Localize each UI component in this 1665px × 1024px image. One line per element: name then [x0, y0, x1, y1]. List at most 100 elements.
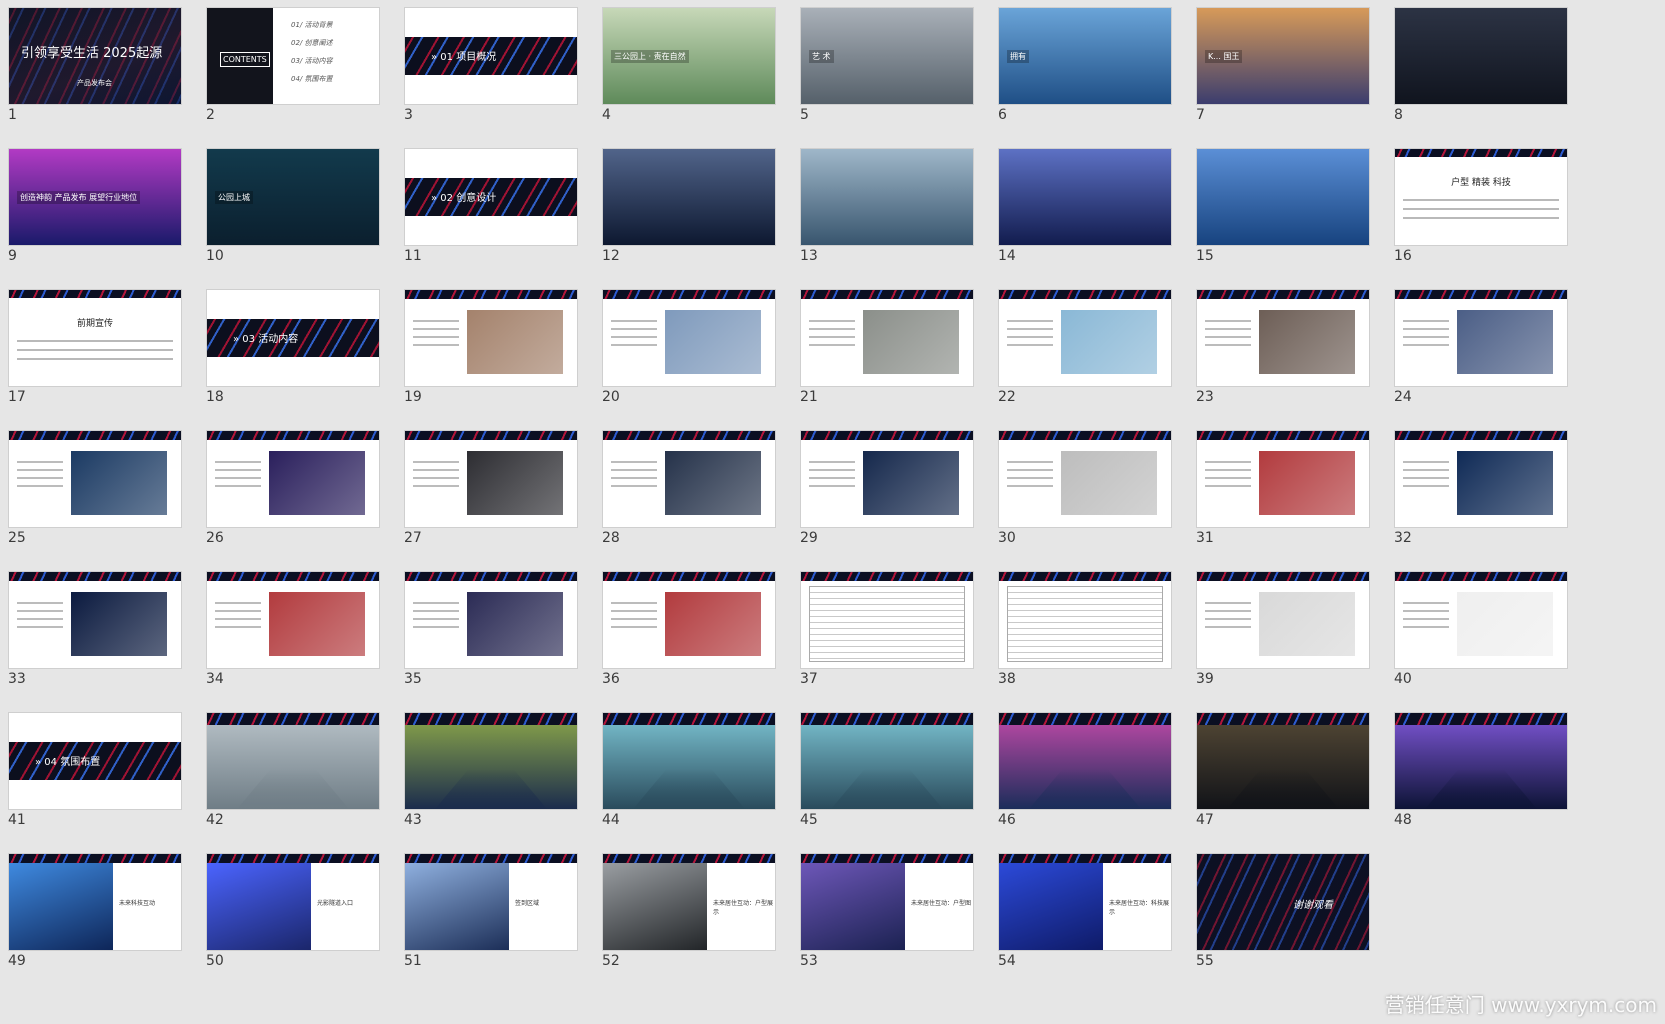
slide-preview [1394, 571, 1568, 669]
slide-thumbnail[interactable]: 30 [998, 430, 1172, 546]
slide-thumbnail[interactable]: 谢谢观看 55 [1196, 853, 1370, 969]
text-line [1403, 485, 1449, 487]
text-line [1007, 477, 1053, 479]
slide-caption: 未来科技互动 [119, 900, 156, 907]
slide-thumbnail[interactable]: 引领享受生活 2025起源 产品发布会 1 [8, 7, 182, 123]
slide-preview: 光影隧道入口 [206, 853, 380, 951]
slide-thumbnail[interactable]: 36 [602, 571, 776, 687]
slide-number: 42 [206, 812, 224, 828]
slide-number: 29 [800, 530, 818, 546]
slide-thumbnail[interactable]: 未来居住互动：科技展示 54 [998, 853, 1172, 969]
slide-thumbnail[interactable]: 创造神韵 产品发布 展望行业地位 9 [8, 148, 182, 264]
slide-thumbnail[interactable]: 46 [998, 712, 1172, 828]
slide-thumbnail[interactable]: 45 [800, 712, 974, 828]
slide-thumbnail[interactable]: 37 [800, 571, 974, 687]
slide-thumbnail[interactable]: 23 [1196, 289, 1370, 405]
slide-thumbnail[interactable]: 25 [8, 430, 182, 546]
slide-thumbnail[interactable]: 未来科技互动 49 [8, 853, 182, 969]
slide-number: 45 [800, 812, 818, 828]
header-stripes [999, 431, 1171, 440]
slide-thumbnail[interactable]: 40 [1394, 571, 1568, 687]
slide-preview [998, 289, 1172, 387]
slide-thumbnail[interactable]: 29 [800, 430, 974, 546]
slide-thumbnail[interactable]: 前期宣传 17 [8, 289, 182, 405]
slide-preview [602, 571, 776, 669]
slide-preview: 引领享受生活 2025起源 产品发布会 [8, 7, 182, 105]
slide-thumbnail[interactable]: » 03 活动内容 18 [206, 289, 380, 405]
slide-thumbnail[interactable]: 光影隧道入口 50 [206, 853, 380, 969]
text-line [413, 336, 459, 338]
slide-thumbnail[interactable]: 艺 术 5 [800, 7, 974, 123]
contents-item: 04/ 氛围布置 [291, 75, 333, 83]
slide-thumbnail[interactable]: 15 [1196, 148, 1370, 264]
slide-thumbnail[interactable]: » 01 项目概况 3 [404, 7, 578, 123]
slide-preview: 公园上城 [206, 148, 380, 246]
slide-title: 引领享受生活 2025起源 [21, 46, 163, 61]
text-line [17, 349, 173, 351]
header-stripes [603, 431, 775, 440]
slide-preview [1196, 712, 1370, 810]
text-line [611, 626, 657, 628]
slide-thumbnail[interactable]: 34 [206, 571, 380, 687]
slide-number: 14 [998, 248, 1016, 264]
slide-preview [800, 430, 974, 528]
text-line [611, 336, 657, 338]
text-line [611, 610, 657, 612]
render-floor [435, 769, 547, 809]
slide-thumbnail[interactable]: 未来居住互动：户型图 53 [800, 853, 974, 969]
slide-thumbnail[interactable]: 44 [602, 712, 776, 828]
slide-thumbnail[interactable]: 28 [602, 430, 776, 546]
slide-thumbnail[interactable]: 42 [206, 712, 380, 828]
slide-thumbnail[interactable]: 20 [602, 289, 776, 405]
slide-thumbnail[interactable]: 32 [1394, 430, 1568, 546]
slide-thumbnail[interactable]: 13 [800, 148, 974, 264]
slide-thumbnail[interactable]: 户型 精装 科技 16 [1394, 148, 1568, 264]
slide-thumbnail[interactable]: 39 [1196, 571, 1370, 687]
slide-thumbnail[interactable]: CONTENTS 01/ 活动背景 02/ 创意阐述 03/ 活动内容 04/ 氛围布置… [206, 7, 380, 123]
slide-thumbnail[interactable]: 43 [404, 712, 578, 828]
text-line [809, 469, 855, 471]
slide-thumbnail[interactable]: » 02 创意设计 11 [404, 148, 578, 264]
header-stripes [603, 572, 775, 581]
slide-number: 12 [602, 248, 620, 264]
slide-thumbnail[interactable]: 31 [1196, 430, 1370, 546]
slide-thumbnail[interactable]: 47 [1196, 712, 1370, 828]
slide-number: 32 [1394, 530, 1412, 546]
slide-thumbnail[interactable]: 拥有 6 [998, 7, 1172, 123]
section-banner: » 04 氛围布置 [9, 742, 181, 780]
text-line [1205, 461, 1251, 463]
slide-thumbnail[interactable]: 公园上城 10 [206, 148, 380, 264]
text-line [1007, 320, 1053, 322]
slide-thumbnail[interactable]: 三公园上 · 责在自然 4 [602, 7, 776, 123]
slide-thumbnail[interactable]: K... 国王 7 [1196, 7, 1370, 123]
slide-thumbnail[interactable]: 签到区域 51 [404, 853, 578, 969]
slide-thumbnail[interactable]: 8 [1394, 7, 1568, 123]
slide-thumbnail[interactable]: 38 [998, 571, 1172, 687]
slide-thumbnail[interactable]: 33 [8, 571, 182, 687]
slide-thumbnail[interactable]: » 04 氛围布置 41 [8, 712, 182, 828]
slide-number: 36 [602, 671, 620, 687]
slide-thumbnail[interactable]: 48 [1394, 712, 1568, 828]
slide-thumbnail[interactable]: 35 [404, 571, 578, 687]
slide-preview: 未来科技互动 [8, 853, 182, 951]
slide-number: 2 [206, 107, 215, 123]
slide-number: 11 [404, 248, 422, 264]
slide-number: 43 [404, 812, 422, 828]
slide-number: 13 [800, 248, 818, 264]
slide-thumbnail[interactable]: 19 [404, 289, 578, 405]
slide-image [1259, 451, 1355, 515]
slide-thumbnail[interactable]: 14 [998, 148, 1172, 264]
schedule-table [809, 586, 965, 662]
slide-preview: 未来居住互动：户型图 [800, 853, 974, 951]
slide-image [1061, 310, 1157, 374]
slide-thumbnail[interactable]: 26 [206, 430, 380, 546]
slide-thumbnail[interactable]: 27 [404, 430, 578, 546]
slide-thumbnail[interactable]: 24 [1394, 289, 1568, 405]
slide-number: 49 [8, 953, 26, 969]
slide-thumbnail[interactable]: 21 [800, 289, 974, 405]
slide-thumbnail[interactable]: 22 [998, 289, 1172, 405]
slide-thumbnail[interactable]: 12 [602, 148, 776, 264]
slide-number: 35 [404, 671, 422, 687]
slide-preview [998, 712, 1172, 810]
slide-thumbnail[interactable]: 未来居住互动：户型展示 52 [602, 853, 776, 969]
